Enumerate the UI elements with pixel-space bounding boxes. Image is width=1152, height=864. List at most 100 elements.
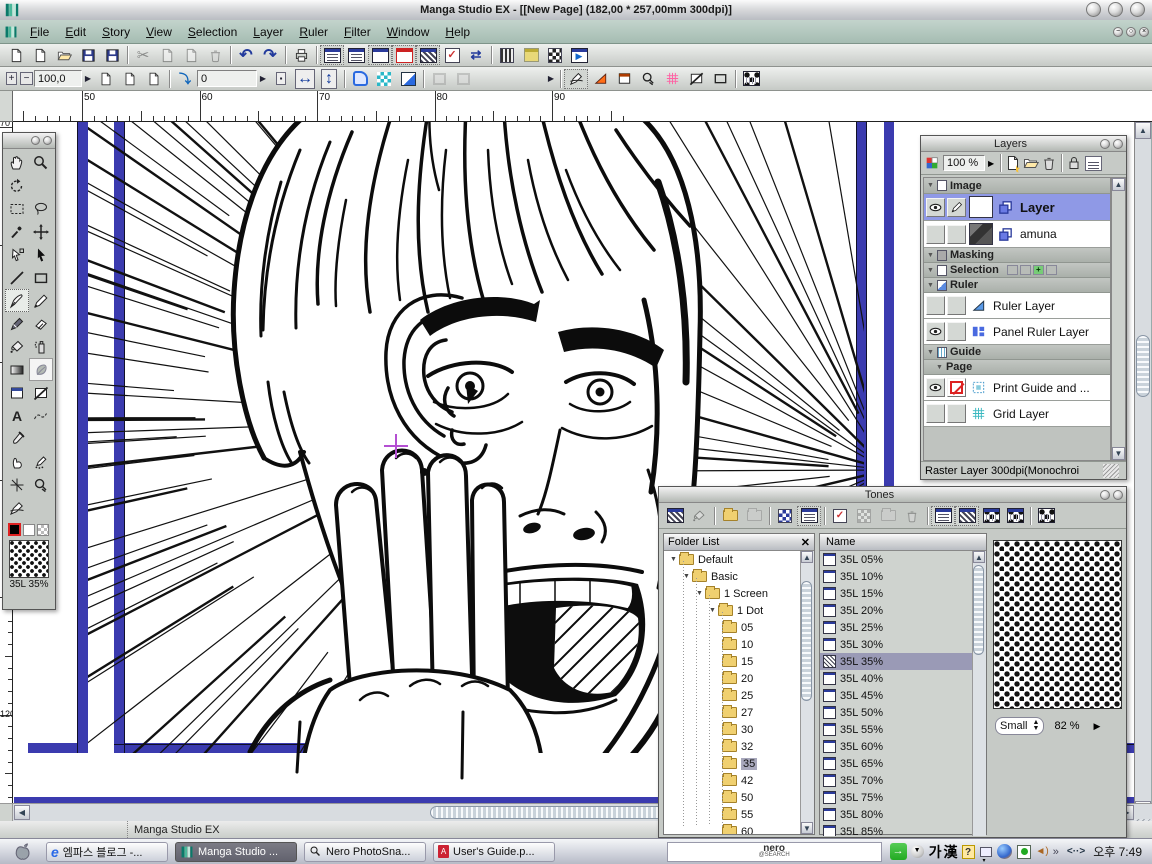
toolbar-menu-button[interactable] — [739, 69, 763, 89]
layer-opacity-field[interactable]: 100 % — [943, 155, 985, 171]
folder-35[interactable]: 35 — [664, 755, 814, 772]
snap-panel-button[interactable] — [348, 69, 372, 89]
pencil-tool[interactable] — [29, 289, 53, 312]
tones-menu-button[interactable] — [1034, 506, 1058, 526]
visibility-toggle[interactable] — [926, 404, 945, 423]
folder-25[interactable]: 25 — [664, 687, 814, 704]
ruler-select-tool[interactable] — [5, 473, 29, 496]
folder-27[interactable]: 27 — [664, 704, 814, 721]
zoom-tool[interactable] — [29, 151, 53, 174]
folder-list-close-icon[interactable]: ✕ — [801, 536, 810, 549]
folder-50[interactable]: 50 — [664, 789, 814, 806]
tones-scroll-up[interactable]: ▲ — [973, 551, 985, 563]
menu-story[interactable]: Story — [94, 22, 138, 42]
folder-scroll-up[interactable]: ▲ — [801, 551, 813, 563]
redo-button[interactable]: ↷ — [258, 45, 282, 65]
more-tools-button[interactable]: ▶ — [545, 69, 557, 89]
toolbox-close-button[interactable] — [43, 136, 52, 145]
layers-scroll-down[interactable]: ▼ — [1112, 447, 1125, 460]
tone-row-35l-60-[interactable]: 35L 60% — [820, 738, 986, 755]
panel-cutter-tool[interactable] — [29, 381, 53, 404]
selection-button-2[interactable]: + — [1033, 265, 1044, 275]
marker-tool[interactable] — [5, 312, 29, 335]
tone-row-35l-75-[interactable]: 35L 75% — [820, 789, 986, 806]
ruler-pen-button[interactable] — [564, 69, 588, 89]
view-mode-4-button[interactable] — [1003, 506, 1027, 526]
folder-30[interactable]: 30 — [664, 721, 814, 738]
zoom-presets-button[interactable]: ▶ — [82, 69, 94, 89]
catalog-button[interactable] — [519, 45, 543, 65]
start-button[interactable] — [12, 842, 32, 862]
scroll-left-button[interactable]: ◀ — [14, 805, 30, 820]
save-button[interactable] — [76, 45, 100, 65]
view-mode-3-button[interactable] — [979, 506, 1003, 526]
vertical-scroll-thumb[interactable] — [1136, 335, 1150, 397]
snap-ruler-button[interactable] — [396, 69, 420, 89]
menu-view[interactable]: View — [138, 22, 180, 42]
toggle-panels-palette-button[interactable] — [392, 45, 416, 65]
expand-icon[interactable]: ▼ — [927, 252, 934, 259]
folder-15[interactable]: 15 — [664, 653, 814, 670]
tone-row-35l-05-[interactable]: 35L 05% — [820, 551, 986, 568]
play-button[interactable]: ▶ — [567, 45, 591, 65]
network-status-icon[interactable]: <··> — [1067, 846, 1085, 857]
paste-button[interactable] — [179, 45, 203, 65]
selection-button-1[interactable] — [1020, 265, 1031, 275]
fill-tool[interactable] — [5, 335, 29, 358]
window-maximize-button[interactable] — [1108, 2, 1123, 17]
page-option-2-button[interactable] — [451, 69, 475, 89]
materials-button[interactable] — [495, 45, 519, 65]
folder-20[interactable]: 20 — [664, 670, 814, 687]
ime-korean-indicator[interactable]: 가 — [929, 842, 942, 862]
tone-row-35l-80-[interactable]: 35L 80% — [820, 806, 986, 823]
tone-row-35l-55-[interactable]: 35L 55% — [820, 721, 986, 738]
vertical-scrollbar[interactable]: ▲ ▼ — [1134, 122, 1151, 819]
eyedropper-tool[interactable] — [5, 427, 29, 450]
check-button[interactable]: ✓ — [828, 506, 852, 526]
shape-tool[interactable] — [29, 266, 53, 289]
edit-toggle[interactable] — [947, 225, 966, 244]
visibility-toggle[interactable] — [926, 296, 945, 315]
ruler-compass-button[interactable] — [636, 69, 660, 89]
ruler-lines-button[interactable] — [660, 69, 684, 89]
tone-row-35l-85-[interactable]: 35L 85% — [820, 823, 986, 836]
new-button[interactable] — [28, 45, 52, 65]
name-column-header[interactable]: Name — [826, 536, 986, 548]
actual-size-button[interactable] — [142, 69, 166, 89]
rotate-icon-button[interactable]: ⤵ — [173, 69, 197, 89]
layer-group-page[interactable]: ▼Page — [924, 360, 1110, 375]
view-mode-2-button[interactable] — [955, 506, 979, 526]
ruler-zoom-tool[interactable] — [29, 473, 53, 496]
menu-selection[interactable]: Selection — [180, 22, 245, 42]
menu-help[interactable]: Help — [437, 22, 478, 42]
layer-row-layer[interactable]: Layer — [924, 194, 1110, 221]
layers-menu-button[interactable] — [1085, 156, 1102, 171]
tone-row-35l-35-[interactable]: 35L 35% — [820, 653, 986, 670]
tone-row-35l-25-[interactable]: 35L 25% — [820, 619, 986, 636]
airbrush-tool[interactable] — [29, 335, 53, 358]
network-globe-icon[interactable] — [997, 844, 1012, 859]
toggle-properties-palette-button[interactable]: ✓ — [440, 45, 464, 65]
expand-icon[interactable]: ▼ — [936, 364, 943, 371]
window-close-button[interactable] — [1130, 2, 1145, 17]
ruler-solid-button[interactable] — [612, 69, 636, 89]
smudge-tool[interactable] — [5, 450, 29, 473]
folder-10[interactable]: 10 — [664, 636, 814, 653]
ruler-pen-tool[interactable] — [5, 496, 29, 519]
folder-scroll-down[interactable]: ▼ — [801, 822, 813, 834]
hand-tool[interactable] — [5, 151, 29, 174]
folder-scroll-thumb[interactable] — [801, 581, 812, 701]
selection-button-3[interactable] — [1046, 265, 1057, 275]
tray-launcher-button[interactable]: → — [890, 843, 907, 860]
new-layer-button[interactable] — [1004, 153, 1022, 173]
menu-file[interactable]: File — [22, 22, 57, 42]
ruler-triangle-button[interactable] — [588, 69, 612, 89]
ink-white-swatch[interactable] — [23, 524, 35, 536]
black-white-button[interactable] — [543, 45, 567, 65]
folder-55[interactable]: 55 — [664, 806, 814, 823]
pattern-brush-tool[interactable] — [29, 358, 53, 381]
folder-up-button[interactable] — [718, 506, 742, 526]
expand-icon[interactable]: ▼ — [670, 556, 677, 563]
lasso-tool[interactable] — [29, 197, 53, 220]
task-pdf[interactable]: AUser's Guide.p... — [433, 842, 555, 862]
